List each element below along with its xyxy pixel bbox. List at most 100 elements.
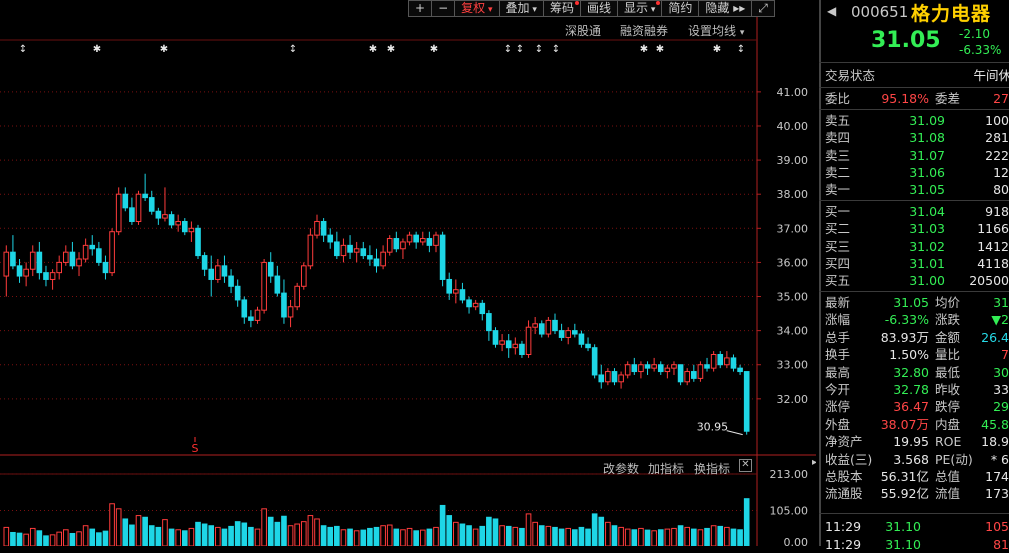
panel-divider: [819, 0, 821, 546]
ask-row: 卖三 31.07 222: [825, 147, 1009, 164]
candle-body: [109, 231, 115, 274]
volume-bar: [36, 530, 43, 546]
candle-body: [241, 299, 248, 318]
add-indicator-button[interactable]: 加指标: [648, 460, 684, 477]
volume-bar: [598, 516, 605, 546]
volume-tick-label: 0.00: [784, 536, 809, 546]
volume-bar: [234, 521, 241, 546]
ma-settings-button[interactable]: 设置均线 ▾: [688, 22, 744, 39]
event-marker-icon: ✱: [656, 44, 664, 55]
toolbar-button-7[interactable]: 简约: [662, 0, 700, 17]
candle-body: [16, 265, 23, 277]
event-marker-icon: ✱: [93, 44, 101, 55]
toolbar-button-9[interactable]: ⤢: [752, 0, 775, 17]
event-marker-icon: ↕: [516, 44, 524, 55]
ask-row-label: 卖四: [825, 130, 851, 146]
ask-row-label: 卖五: [825, 113, 851, 128]
candle-body: [413, 234, 419, 243]
volume-bar: [386, 524, 393, 546]
ask-row-value2: 281: [985, 130, 1009, 146]
candle-body: [96, 248, 102, 263]
volume-bar: [287, 525, 294, 546]
ask-row-label: 卖一: [825, 182, 851, 198]
volume-bar: [142, 516, 148, 546]
volume-bar: [704, 527, 710, 546]
candle-body: [274, 275, 281, 294]
stat-row-value1: 32.80: [893, 364, 929, 380]
stat-row-value1: 56.31亿: [880, 469, 929, 484]
tick-row-value1: 31.10: [885, 519, 921, 534]
bid-row-value1: 31.03: [909, 221, 945, 237]
volume-bar: [525, 513, 532, 546]
stat-row: 换手 1.50% 量比 7: [825, 346, 1009, 363]
candle-body: [201, 255, 208, 270]
candle-body: [36, 251, 43, 274]
volume-bar: [690, 528, 697, 546]
price-tick-label: 36.00: [777, 256, 809, 269]
candle-body: [56, 261, 63, 274]
change-params-button[interactable]: 改参数: [603, 460, 639, 477]
ask-row-label: 卖三: [825, 147, 851, 163]
volume-bar: [62, 529, 69, 546]
quote-panel: ◀ 000651 格力电器 31.05 -2.10 -6.33% 交易状态 午间休…: [819, 0, 1009, 552]
event-marker-icon: ✱: [160, 44, 168, 55]
volume-bar: [215, 526, 221, 546]
volume-bar: [439, 504, 446, 546]
notification-dot-icon: [656, 1, 661, 5]
volume-bar: [96, 532, 102, 546]
candle-body: [677, 364, 684, 383]
volume-bar: [538, 525, 545, 546]
candle-body: [492, 330, 499, 345]
candle-body: [730, 357, 737, 369]
shenzhen-connect-button[interactable]: 深股通: [565, 22, 601, 39]
margin-trading-button[interactable]: 融资融券: [620, 22, 668, 39]
toolbar-button-4[interactable]: 筹码: [543, 0, 581, 17]
caret-left-icon[interactable]: ◀: [827, 4, 836, 18]
bid-row-label: 买二: [825, 221, 851, 237]
candle-body: [611, 371, 618, 383]
volume-bar: [505, 525, 512, 546]
volume-bar: [591, 513, 598, 546]
stat-row-value2: ▼2: [991, 312, 1009, 328]
volume-bar: [413, 530, 419, 546]
close-indicator-icon[interactable]: ✕: [739, 459, 752, 472]
volume-bar: [638, 527, 644, 546]
stat-row: 外盘 38.07万 内盘 45.8: [825, 416, 1009, 433]
candle-body: [624, 364, 631, 376]
toolbar-button-6[interactable]: 显示 ▾: [617, 0, 663, 17]
ask-row: 卖四 31.08 281: [825, 129, 1009, 146]
stat-row-label: 最高: [825, 364, 851, 380]
candle-body: [115, 193, 122, 233]
volume-bar: [611, 525, 618, 546]
bid-row-label: 买三: [825, 238, 851, 254]
toolbar-button-5[interactable]: 画线: [580, 0, 618, 17]
volume-bar: [294, 523, 300, 546]
volume-bar: [129, 524, 135, 546]
toolbar-button-1[interactable]: −: [432, 0, 456, 17]
chevron-down-icon: ▾: [485, 5, 493, 15]
price-tick-label: 40.00: [777, 120, 809, 133]
stat-row-value2: 173: [985, 486, 1009, 502]
stat-row: 最新 31.05 均价 31: [825, 294, 1009, 311]
volume-bar: [347, 528, 353, 546]
toolbar-button-3[interactable]: 叠加 ▾: [499, 0, 544, 17]
toolbar-button-8[interactable]: 隐藏 ▸▸: [699, 0, 753, 17]
volume-bar: [433, 526, 439, 546]
candle-body: [684, 371, 691, 383]
toolbar-button-0[interactable]: +: [408, 0, 433, 17]
swap-indicator-button[interactable]: 换指标: [694, 460, 730, 477]
volume-bar: [657, 529, 664, 546]
ask-row-value2: 100: [985, 113, 1009, 128]
stat-row-label2: 跌停: [935, 399, 961, 415]
volume-bar: [724, 526, 730, 546]
volume-bar: [82, 525, 89, 546]
notification-dot-icon: [574, 1, 579, 5]
toolbar-button-2[interactable]: 复权 ▾: [455, 0, 500, 17]
volume-bar: [314, 518, 320, 546]
candle-body: [353, 248, 360, 253]
volume-bar: [168, 528, 175, 546]
volume-bar: [743, 498, 750, 546]
candle-body: [261, 261, 267, 311]
volume-bar: [228, 525, 234, 546]
stat-row-value1: 83.93万: [880, 329, 929, 345]
